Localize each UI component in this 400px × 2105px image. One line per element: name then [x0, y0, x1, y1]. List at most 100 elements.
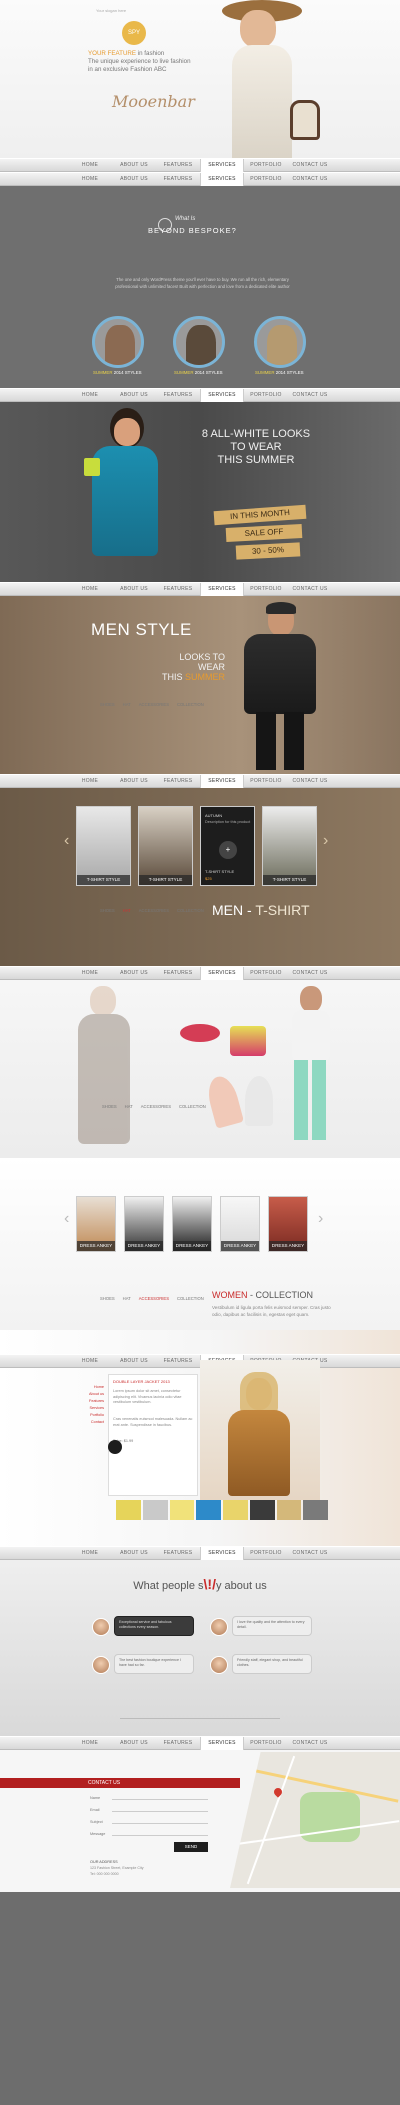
nav-contact-us[interactable]: CONTACT US [288, 159, 332, 172]
side-menu-portfolio[interactable]: Portfolio [70, 1412, 104, 1419]
thumb-1[interactable] [116, 1500, 141, 1520]
nav-portfolio[interactable]: PORTFOLIO [244, 389, 288, 402]
subnav-accessories[interactable]: ACCESSORIES [139, 908, 169, 913]
subnav-accessories[interactable]: ACCESSORIES [139, 1296, 169, 1301]
subnav-hat[interactable]: HAT [123, 702, 131, 707]
nav-about-us[interactable]: ABOUT US [112, 159, 156, 172]
thumb-2[interactable] [142, 1500, 168, 1520]
nav-services[interactable]: SERVICES [200, 173, 244, 186]
slider-next-icon[interactable]: › [323, 832, 328, 850]
nav-services[interactable]: SERVICES [200, 583, 244, 596]
subnav-hat[interactable]: HAT [123, 1296, 131, 1301]
subnav-collection[interactable]: COLLECTION [179, 1104, 206, 1109]
nav-features[interactable]: FEATURES [156, 967, 200, 980]
nav-portfolio[interactable]: PORTFOLIO [244, 173, 288, 186]
send-button[interactable]: SEND [174, 1842, 208, 1852]
tshirt-card-4[interactable]: T-SHIRT STYLE [262, 806, 317, 886]
nav-home[interactable]: HOME [68, 583, 112, 596]
subnav-shoes[interactable]: SHOES [102, 1104, 117, 1109]
nav-contact-us[interactable]: CONTACT US [288, 583, 332, 596]
nav-about-us[interactable]: ABOUT US [112, 967, 156, 980]
dress-card-2[interactable]: DRESS ANKEY [124, 1196, 164, 1252]
subnav-accessories[interactable]: ACCESSORIES [139, 702, 169, 707]
subnav-hat[interactable]: HAT [125, 1104, 133, 1109]
name-field[interactable] [112, 1794, 208, 1800]
thumb-5[interactable] [223, 1500, 248, 1520]
dress-card-4[interactable]: DRESS ANKEY [220, 1196, 260, 1252]
nav-contact-us[interactable]: CONTACT US [288, 1547, 332, 1560]
nav-portfolio[interactable]: PORTFOLIO [244, 159, 288, 172]
subnav-shoes[interactable]: SHOES [100, 1296, 115, 1301]
side-menu-home[interactable]: Home [70, 1384, 104, 1391]
thumb-8[interactable] [303, 1500, 328, 1520]
nav-features[interactable]: FEATURES [156, 389, 200, 402]
nav-home[interactable]: HOME [68, 1355, 112, 1368]
nav-services[interactable]: SERVICES [200, 775, 244, 788]
collection-next-icon[interactable]: › [318, 1210, 323, 1228]
portfolio-prev-icon[interactable] [108, 1440, 122, 1454]
nav-home[interactable]: HOME [68, 1547, 112, 1560]
nav-about-us[interactable]: ABOUT US [112, 1737, 156, 1750]
nav-contact-us[interactable]: CONTACT US [288, 1737, 332, 1750]
nav-home[interactable]: HOME [68, 775, 112, 788]
subnav-shoes[interactable]: SHOES [100, 702, 115, 707]
side-menu-services[interactable]: Services [70, 1405, 104, 1412]
style-circle-3[interactable] [254, 316, 306, 368]
nav-portfolio[interactable]: PORTFOLIO [244, 1547, 288, 1560]
nav-features[interactable]: FEATURES [156, 1355, 200, 1368]
style-circle-2[interactable] [173, 316, 225, 368]
nav-features[interactable]: FEATURES [156, 775, 200, 788]
collection-prev-icon[interactable]: ‹ [64, 1210, 69, 1228]
nav-about-us[interactable]: ABOUT US [112, 1547, 156, 1560]
tshirt-card-3[interactable]: AUTUMN Description for this product + T-… [200, 806, 255, 886]
subnav-hat[interactable]: HAT [123, 908, 131, 913]
side-menu-about[interactable]: About us [70, 1391, 104, 1398]
nav-portfolio[interactable]: PORTFOLIO [244, 775, 288, 788]
message-field[interactable] [112, 1830, 208, 1836]
nav-services[interactable]: SERVICES [200, 389, 244, 402]
nav-features[interactable]: FEATURES [156, 583, 200, 596]
nav-contact-us[interactable]: CONTACT US [288, 173, 332, 186]
email-field[interactable] [112, 1806, 208, 1812]
dress-card-3[interactable]: DRESS ANKEY [172, 1196, 212, 1252]
dress-card-5[interactable]: DRESS ANKEY [268, 1196, 308, 1252]
nav-services[interactable]: SERVICES [200, 1737, 244, 1750]
plus-icon[interactable]: + [219, 841, 237, 859]
nav-services[interactable]: SERVICES [200, 967, 244, 980]
subnav-shoes[interactable]: SHOES [100, 908, 115, 913]
nav-about-us[interactable]: ABOUT US [112, 173, 156, 186]
nav-contact-us[interactable]: CONTACT US [288, 389, 332, 402]
subnav-collection[interactable]: COLLECTION [177, 1296, 204, 1301]
dress-card-1[interactable]: DRESS ANKEY [76, 1196, 116, 1252]
subnav-collection[interactable]: COLLECTION [177, 908, 204, 913]
nav-about-us[interactable]: ABOUT US [112, 775, 156, 788]
nav-about-us[interactable]: ABOUT US [112, 1355, 156, 1368]
thumb-7[interactable] [276, 1500, 302, 1520]
nav-portfolio[interactable]: PORTFOLIO [244, 583, 288, 596]
map-widget[interactable] [230, 1752, 400, 1888]
nav-contact-us[interactable]: CONTACT US [288, 967, 332, 980]
side-menu-contact[interactable]: Contact [70, 1419, 104, 1426]
nav-about-us[interactable]: ABOUT US [112, 389, 156, 402]
nav-services[interactable]: SERVICES [200, 1547, 244, 1560]
nav-portfolio[interactable]: PORTFOLIO [244, 1737, 288, 1750]
nav-about-us[interactable]: ABOUT US [112, 583, 156, 596]
nav-home[interactable]: HOME [68, 1737, 112, 1750]
tshirt-card-1[interactable]: T-SHIRT STYLE [76, 806, 131, 886]
subnav-collection[interactable]: COLLECTION [177, 702, 204, 707]
nav-home[interactable]: HOME [68, 173, 112, 186]
slider-prev-icon[interactable]: ‹ [64, 832, 69, 850]
nav-home[interactable]: HOME [68, 389, 112, 402]
style-circle-1[interactable] [92, 316, 144, 368]
side-menu-features[interactable]: Features [70, 1398, 104, 1405]
subject-field[interactable] [112, 1818, 208, 1824]
nav-features[interactable]: FEATURES [156, 1547, 200, 1560]
thumb-3[interactable] [169, 1500, 195, 1520]
thumb-6[interactable] [249, 1500, 275, 1520]
nav-home[interactable]: HOME [68, 967, 112, 980]
nav-services[interactable]: SERVICES [200, 159, 244, 172]
thumb-4[interactable] [196, 1500, 221, 1520]
tshirt-card-2[interactable]: T-SHIRT STYLE [138, 806, 193, 886]
nav-contact-us[interactable]: CONTACT US [288, 775, 332, 788]
subnav-accessories[interactable]: ACCESSORIES [141, 1104, 171, 1109]
